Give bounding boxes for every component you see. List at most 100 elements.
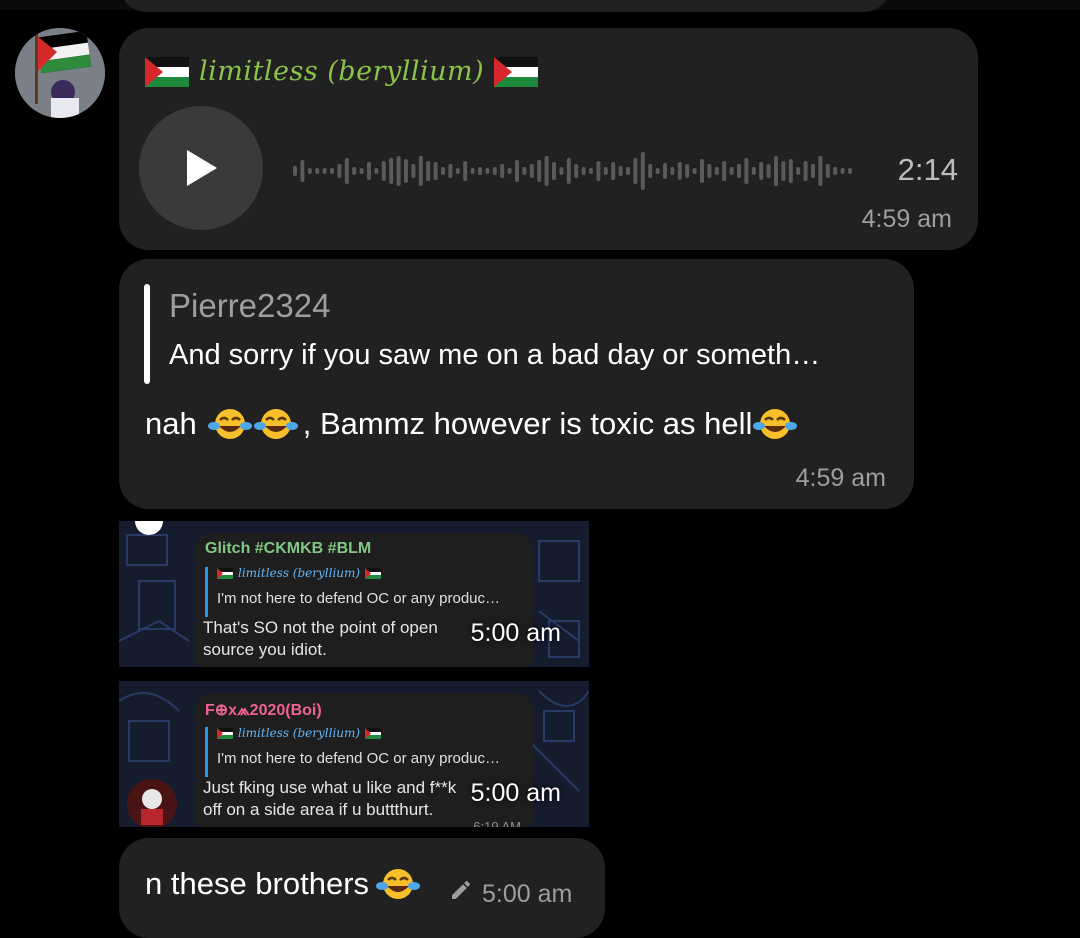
quote-bar [144, 284, 150, 384]
waveform-bar [759, 162, 764, 180]
waveform-bar [729, 167, 734, 175]
waveform-bar [322, 168, 327, 174]
edited-pencil-icon [452, 880, 470, 899]
waveform-bar [811, 164, 815, 178]
waveform-bar [700, 159, 704, 183]
waveform-bar [774, 156, 778, 186]
waveform-bar [463, 161, 468, 181]
sender-name[interactable]: limitless (beryllium) [199, 56, 484, 87]
waveform-bar [359, 168, 364, 174]
audio-waveform[interactable] [293, 146, 873, 196]
waveform-bar [485, 168, 490, 174]
waveform-bar [707, 164, 712, 178]
waveform-bar [448, 164, 453, 178]
waveform-bar [581, 167, 586, 175]
waveform-bar [529, 164, 534, 178]
waveform-bar [603, 167, 608, 175]
embedded-avatar-image [127, 779, 177, 827]
waveform-bar [633, 158, 638, 184]
waveform-bar [751, 167, 756, 175]
screenshot-image[interactable]: F⊕x⩕2020(Boi) limitless (beryllium) I'm … [119, 681, 589, 827]
waveform-bar [492, 167, 497, 175]
waveform-bar [781, 161, 786, 181]
embedded-quoted-name-text: limitless (beryllium) [238, 566, 361, 580]
screenshot-image[interactable]: Glitch #CKMKB #BLM limitless (beryllium)… [119, 521, 589, 667]
message-text: n these brothers [145, 866, 421, 902]
embedded-message-text: That's SO not the point of open source y… [203, 618, 438, 659]
waveform-bar [389, 158, 394, 184]
waveform-bar [766, 164, 771, 178]
waveform-bar [344, 158, 349, 184]
waveform-bar [677, 162, 682, 180]
voice-duration: 2:14 [897, 152, 958, 187]
waveform-bar [737, 164, 741, 178]
message-text-part: , Bammz however is toxic as hell [302, 406, 753, 441]
palestine-flag-icon [145, 56, 189, 87]
waveform-bar [537, 160, 542, 182]
waveform-bar [337, 164, 342, 178]
laughing-crying-emoji-icon [253, 409, 298, 439]
previous-message-bubble[interactable] [120, 0, 890, 12]
waveform-bar [307, 168, 312, 174]
waveform-bar [596, 161, 601, 181]
waveform-bar [300, 160, 305, 182]
waveform-bar [655, 168, 660, 174]
waveform-bar [330, 168, 334, 174]
laughing-crying-emoji-icon [376, 869, 421, 899]
quote-bar [205, 567, 208, 617]
waveform-bar [418, 156, 423, 186]
quote-bar [205, 727, 208, 777]
quoted-author[interactable]: Pierre2324 [169, 287, 330, 325]
message-timestamp: 4:59 am [795, 464, 886, 492]
sender-avatar[interactable] [15, 28, 105, 118]
waveform-bar [522, 167, 527, 175]
waveform-bar [744, 158, 749, 184]
laughing-crying-emoji-icon [753, 409, 798, 439]
waveform-bar [626, 167, 630, 175]
waveform-bar [426, 161, 431, 181]
waveform-bar [833, 167, 838, 175]
embedded-sender: F⊕x⩕2020(Boi) [205, 702, 322, 719]
waveform-bar [411, 164, 416, 178]
waveform-bar [455, 168, 460, 174]
waveform-bar [589, 168, 593, 174]
message-timestamp: 4:59 am [861, 205, 952, 233]
message-text-part: n these brothers [145, 866, 370, 901]
waveform-bar [648, 164, 653, 178]
waveform-bar [478, 167, 482, 175]
waveform-bar [544, 156, 549, 186]
waveform-bar [640, 152, 645, 190]
palestine-flag-icon [217, 727, 233, 739]
waveform-bar [500, 164, 505, 178]
waveform-bar [566, 158, 571, 184]
message-timestamp: 5:00 am [470, 779, 561, 807]
play-button[interactable] [139, 106, 263, 230]
waveform-bar [507, 168, 512, 174]
waveform-bar [670, 167, 675, 175]
voice-message-bubble[interactable]: limitless (beryllium) 2:14 4:59 am [119, 28, 978, 250]
text-message-bubble[interactable]: n these brothers 5:00 am [119, 838, 605, 938]
embedded-avatar [127, 779, 177, 827]
waveform-bar [663, 163, 667, 179]
waveform-bar [381, 161, 386, 181]
waveform-bar [293, 166, 297, 176]
waveform-bar [352, 167, 357, 175]
waveform-bar [433, 162, 438, 180]
palestine-flag-icon [494, 56, 539, 87]
laughing-crying-emoji-icon [207, 409, 252, 439]
waveform-bar [803, 161, 808, 181]
reply-message-bubble[interactable]: Pierre2324 And sorry if you saw me on a … [119, 259, 914, 509]
waveform-bar [685, 164, 690, 178]
palestine-flag-icon [217, 567, 233, 579]
embedded-quoted-text: I'm not here to defend OC or any produc… [217, 590, 501, 607]
embedded-quoted-name: limitless (beryllium) [217, 566, 382, 580]
message-text-part: nah [145, 406, 197, 441]
waveform-bar [396, 156, 401, 186]
waveform-bar [818, 156, 823, 186]
waveform-bar [559, 167, 564, 175]
message-timestamp: 5:00 am [470, 619, 561, 647]
waveform-bar [692, 168, 697, 174]
quoted-text[interactable]: And sorry if you saw me on a bad day or … [169, 339, 820, 372]
palestine-flag-icon [365, 727, 382, 739]
waveform-bar [796, 167, 801, 175]
